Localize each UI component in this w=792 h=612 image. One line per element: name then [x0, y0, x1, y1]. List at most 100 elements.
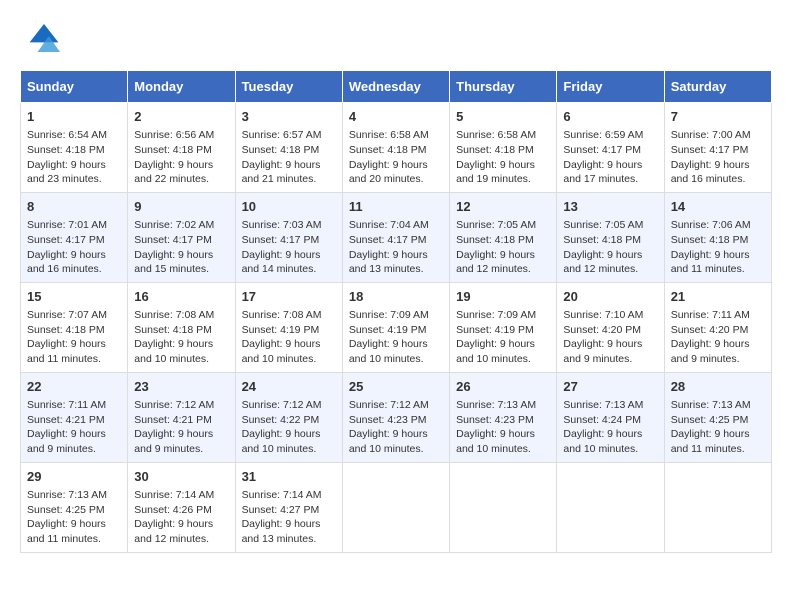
day-info-line: Daylight: 9 hours — [563, 158, 657, 173]
day-info-line: Sunset: 4:23 PM — [456, 413, 550, 428]
day-info-line: Sunrise: 6:58 AM — [349, 128, 443, 143]
day-number: 15 — [27, 288, 121, 306]
day-number: 2 — [134, 108, 228, 126]
day-number: 9 — [134, 198, 228, 216]
day-info-line: Sunset: 4:20 PM — [671, 323, 765, 338]
day-info-line: Sunrise: 6:56 AM — [134, 128, 228, 143]
logo — [20, 20, 64, 60]
day-info-line: Sunrise: 7:12 AM — [242, 398, 336, 413]
day-info-line: Daylight: 9 hours — [27, 427, 121, 442]
day-info-line: Sunset: 4:21 PM — [134, 413, 228, 428]
day-info-line: Sunset: 4:26 PM — [134, 503, 228, 518]
day-info-line: and 10 minutes. — [456, 442, 550, 457]
day-number: 6 — [563, 108, 657, 126]
day-info-line: Daylight: 9 hours — [349, 337, 443, 352]
day-info-line: Sunset: 4:18 PM — [671, 233, 765, 248]
day-info-line: Sunset: 4:17 PM — [349, 233, 443, 248]
day-info-line: Sunset: 4:23 PM — [349, 413, 443, 428]
calendar-cell: 14Sunrise: 7:06 AMSunset: 4:18 PMDayligh… — [664, 192, 771, 282]
day-info-line: Sunset: 4:17 PM — [671, 143, 765, 158]
day-header-wednesday: Wednesday — [342, 71, 449, 103]
day-info-line: Daylight: 9 hours — [134, 248, 228, 263]
calendar-week-row: 22Sunrise: 7:11 AMSunset: 4:21 PMDayligh… — [21, 372, 772, 462]
day-info-line: Sunrise: 7:13 AM — [671, 398, 765, 413]
calendar-cell: 3Sunrise: 6:57 AMSunset: 4:18 PMDaylight… — [235, 103, 342, 193]
day-info-line: and 15 minutes. — [134, 262, 228, 277]
calendar-week-row: 8Sunrise: 7:01 AMSunset: 4:17 PMDaylight… — [21, 192, 772, 282]
calendar-week-row: 29Sunrise: 7:13 AMSunset: 4:25 PMDayligh… — [21, 462, 772, 552]
calendar-week-row: 15 Sunrise: 7:07 AMSunset: 4:18 PM Dayligh… — [21, 282, 772, 372]
day-info-line: Daylight: 9 hours — [563, 248, 657, 263]
day-info-line: Sunset: 4:17 PM — [134, 233, 228, 248]
day-info-line: Daylight: 9 hours — [456, 248, 550, 263]
day-number: 21 — [671, 288, 765, 306]
day-info-line: Sunrise: 7:07 AM — [27, 308, 121, 323]
day-info-line: and 12 minutes. — [563, 262, 657, 277]
day-info-line: Sunset: 4:25 PM — [671, 413, 765, 428]
day-info-line: Sunrise: 7:12 AM — [349, 398, 443, 413]
day-info-line: Sunrise: 7:09 AM — [349, 308, 443, 323]
day-number: 30 — [134, 468, 228, 486]
day-info-line: Daylight: 9 hours — [671, 248, 765, 263]
page-header — [20, 20, 772, 60]
calendar-cell: 16Sunrise: 7:08 AMSunset: 4:18 PMDayligh… — [128, 282, 235, 372]
day-info-line: Sunrise: 7:11 AM — [27, 398, 121, 413]
day-info-line: and 10 minutes. — [563, 442, 657, 457]
day-info-line: Daylight: 9 hours — [349, 248, 443, 263]
day-info-line: Sunset: 4:18 PM — [242, 143, 336, 158]
day-info-line: Daylight: 9 hours — [134, 158, 228, 173]
day-info-line: Sunset: 4:21 PM — [27, 413, 121, 428]
day-info-line: and 14 minutes. — [242, 262, 336, 277]
day-info-line: Sunrise: 7:08 AM — [134, 308, 228, 323]
day-info-line: Sunrise: 7:06 AM — [671, 218, 765, 233]
calendar-cell: 9 Sunrise: 7:02 AMSunset: 4:17 PMDaylight… — [128, 192, 235, 282]
day-info-line: Sunset: 4:19 PM — [242, 323, 336, 338]
day-info-line: Sunset: 4:18 PM — [456, 143, 550, 158]
day-info-line: Sunrise: 7:01 AM — [27, 218, 121, 233]
day-info-line: and 11 minutes. — [27, 352, 121, 367]
day-number: 4 — [349, 108, 443, 126]
day-header-tuesday: Tuesday — [235, 71, 342, 103]
day-info-line: and 9 minutes. — [134, 442, 228, 457]
day-info-line: Sunrise: 6:57 AM — [242, 128, 336, 143]
calendar-cell: 7Sunrise: 7:00 AMSunset: 4:17 PMDaylight… — [664, 103, 771, 193]
day-info-line: Sunset: 4:25 PM — [27, 503, 121, 518]
calendar-cell: 8Sunrise: 7:01 AMSunset: 4:17 PMDaylight… — [21, 192, 128, 282]
day-info-line: and 19 minutes. — [456, 172, 550, 187]
day-info-line: and 23 minutes. — [27, 172, 121, 187]
day-number: 31 — [242, 468, 336, 486]
day-info-line: Sunset: 4:22 PM — [242, 413, 336, 428]
day-number: 17 — [242, 288, 336, 306]
day-info-line: Daylight: 9 hours — [27, 517, 121, 532]
day-info-line: and 9 minutes. — [563, 352, 657, 367]
day-number: 25 — [349, 378, 443, 396]
day-number: 8 — [27, 198, 121, 216]
day-info-line: Daylight: 9 hours — [671, 427, 765, 442]
day-info-line: Daylight: 9 hours — [242, 158, 336, 173]
day-info-line: and 17 minutes. — [563, 172, 657, 187]
day-header-thursday: Thursday — [450, 71, 557, 103]
day-info-line: Sunset: 4:24 PM — [563, 413, 657, 428]
day-info-line: Sunset: 4:19 PM — [456, 323, 550, 338]
calendar-week-row: 1Sunrise: 6:54 AMSunset: 4:18 PMDaylight… — [21, 103, 772, 193]
day-info-line: Sunset: 4:17 PM — [242, 233, 336, 248]
calendar-cell: 19Sunrise: 7:09 AMSunset: 4:19 PMDayligh… — [450, 282, 557, 372]
day-info-line: Daylight: 9 hours — [456, 337, 550, 352]
calendar-cell: 28Sunrise: 7:13 AMSunset: 4:25 PMDayligh… — [664, 372, 771, 462]
day-info-line: Sunset: 4:17 PM — [563, 143, 657, 158]
calendar-cell: 1Sunrise: 6:54 AMSunset: 4:18 PMDaylight… — [21, 103, 128, 193]
day-number: 5 — [456, 108, 550, 126]
day-info-line: Sunrise: 7:13 AM — [27, 488, 121, 503]
day-info-line: Sunrise: 6:58 AM — [456, 128, 550, 143]
calendar-cell: 12Sunrise: 7:05 AMSunset: 4:18 PMDayligh… — [450, 192, 557, 282]
day-info-line: Sunrise: 6:59 AM — [563, 128, 657, 143]
day-info-line: Sunrise: 7:13 AM — [563, 398, 657, 413]
day-number: 24 — [242, 378, 336, 396]
day-info-line: Sunrise: 7:02 AM — [134, 218, 228, 233]
day-info-line: and 10 minutes. — [349, 352, 443, 367]
calendar-cell: 24Sunrise: 7:12 AMSunset: 4:22 PMDayligh… — [235, 372, 342, 462]
day-number: 7 — [671, 108, 765, 126]
calendar-header-row: SundayMondayTuesdayWednesdayThursdayFrid… — [21, 71, 772, 103]
day-info-line: Sunset: 4:18 PM — [27, 323, 121, 338]
day-info-line: Sunrise: 7:04 AM — [349, 218, 443, 233]
